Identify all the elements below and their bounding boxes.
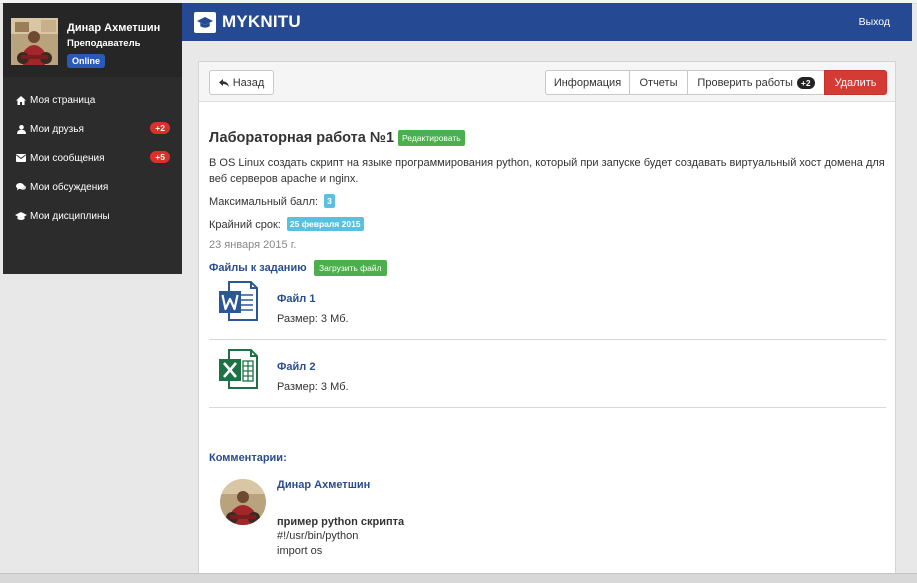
sidebar-item-label: Моя страница xyxy=(30,94,96,106)
check-works-count-badge: +2 xyxy=(796,76,815,89)
home-icon xyxy=(15,95,27,105)
task-panel: Назад Информация Отчеты Проверить работы… xyxy=(198,61,896,583)
sidebar: Динар Ахметшин Преподаватель Online Моя … xyxy=(3,3,182,274)
sidebar-item-friends[interactable]: Мои друзья +2 xyxy=(3,118,182,140)
profile-role: Преподаватель xyxy=(67,38,141,49)
file-size: Размер: 3 Мб. xyxy=(277,381,349,393)
reply-arrow-icon xyxy=(218,78,229,87)
sidebar-item-discussions[interactable]: Мои обсуждения xyxy=(3,176,182,198)
site-logo[interactable]: MYKNITU xyxy=(222,12,301,32)
max-score-label: Максимальный балл: xyxy=(209,196,319,208)
logout-link[interactable]: Выход xyxy=(859,16,890,28)
sidebar-item-disciplines[interactable]: Мои дисциплины xyxy=(3,205,182,227)
deadline-label: Крайний срок: xyxy=(209,219,281,231)
info-button[interactable]: Информация xyxy=(545,70,630,95)
messages-count-badge: +5 xyxy=(150,151,170,163)
sidebar-item-label: Мои сообщения xyxy=(30,152,105,164)
avatar[interactable] xyxy=(11,18,58,65)
friends-count-badge: +2 xyxy=(150,122,170,134)
profile-name[interactable]: Динар Ахметшин xyxy=(67,22,160,34)
graduation-cap-logo-icon xyxy=(194,12,216,33)
sidebar-item-my-page[interactable]: Моя страница xyxy=(3,89,182,111)
task-date: 23 января 2015 г. xyxy=(209,239,297,251)
comment-line: #!/usr/bin/python xyxy=(277,530,359,542)
panel-toolbar: Назад Информация Отчеты Проверить работы… xyxy=(199,62,895,102)
reports-button[interactable]: Отчеты xyxy=(629,70,688,95)
back-button[interactable]: Назад xyxy=(209,70,274,95)
sidebar-item-label: Мои друзья xyxy=(30,123,84,135)
comment-line: import os xyxy=(277,545,323,557)
top-navbar: MYKNITU Выход xyxy=(182,3,912,41)
avatar[interactable] xyxy=(220,479,266,525)
status-badge: Online xyxy=(67,54,106,68)
deadline-badge: 25 февраля 2015 xyxy=(286,217,364,231)
graduation-cap-icon xyxy=(15,211,27,221)
excel-file-icon[interactable] xyxy=(219,348,259,390)
file-link[interactable]: Файл 1 xyxy=(277,293,315,305)
task-title: Лабораторная работа №1 xyxy=(209,130,395,146)
max-score-row: Максимальный балл: 3 xyxy=(209,194,335,208)
bottom-strip xyxy=(0,573,917,583)
comments-icon xyxy=(15,183,27,191)
sidebar-item-label: Мои обсуждения xyxy=(30,181,109,193)
edit-button[interactable]: Редактировать xyxy=(398,130,465,146)
task-description: В OS Linux создать скрипт на языке прогр… xyxy=(209,157,885,185)
profile-card: Динар Ахметшин Преподаватель Online xyxy=(3,3,182,77)
sidebar-item-label: Мои дисциплины xyxy=(30,210,110,222)
comment-title: пример python скрипта xyxy=(277,516,405,528)
check-works-button[interactable]: Проверить работы +2 xyxy=(687,70,825,95)
check-works-label: Проверить работы xyxy=(697,76,793,89)
comment-author[interactable]: Динар Ахметшин xyxy=(277,479,370,491)
file-row[interactable]: Файл 1 Размер: 3 Мб. xyxy=(209,272,886,340)
user-icon xyxy=(15,124,27,134)
sidebar-item-messages[interactable]: Мои сообщения +5 xyxy=(3,147,182,169)
deadline-row: Крайний срок: 25 февраля 2015 xyxy=(209,217,364,231)
file-link[interactable]: Файл 2 xyxy=(277,361,315,373)
max-score-badge: 3 xyxy=(324,194,335,208)
word-file-icon[interactable] xyxy=(219,280,259,322)
back-button-label: Назад xyxy=(232,76,265,89)
file-size: Размер: 3 Мб. xyxy=(277,313,349,325)
comments-section-title: Комментарии: xyxy=(209,452,287,464)
delete-button[interactable]: Удалить xyxy=(824,70,887,95)
file-row[interactable]: Файл 2 Размер: 3 Мб. xyxy=(209,340,886,408)
envelope-icon xyxy=(15,154,27,162)
